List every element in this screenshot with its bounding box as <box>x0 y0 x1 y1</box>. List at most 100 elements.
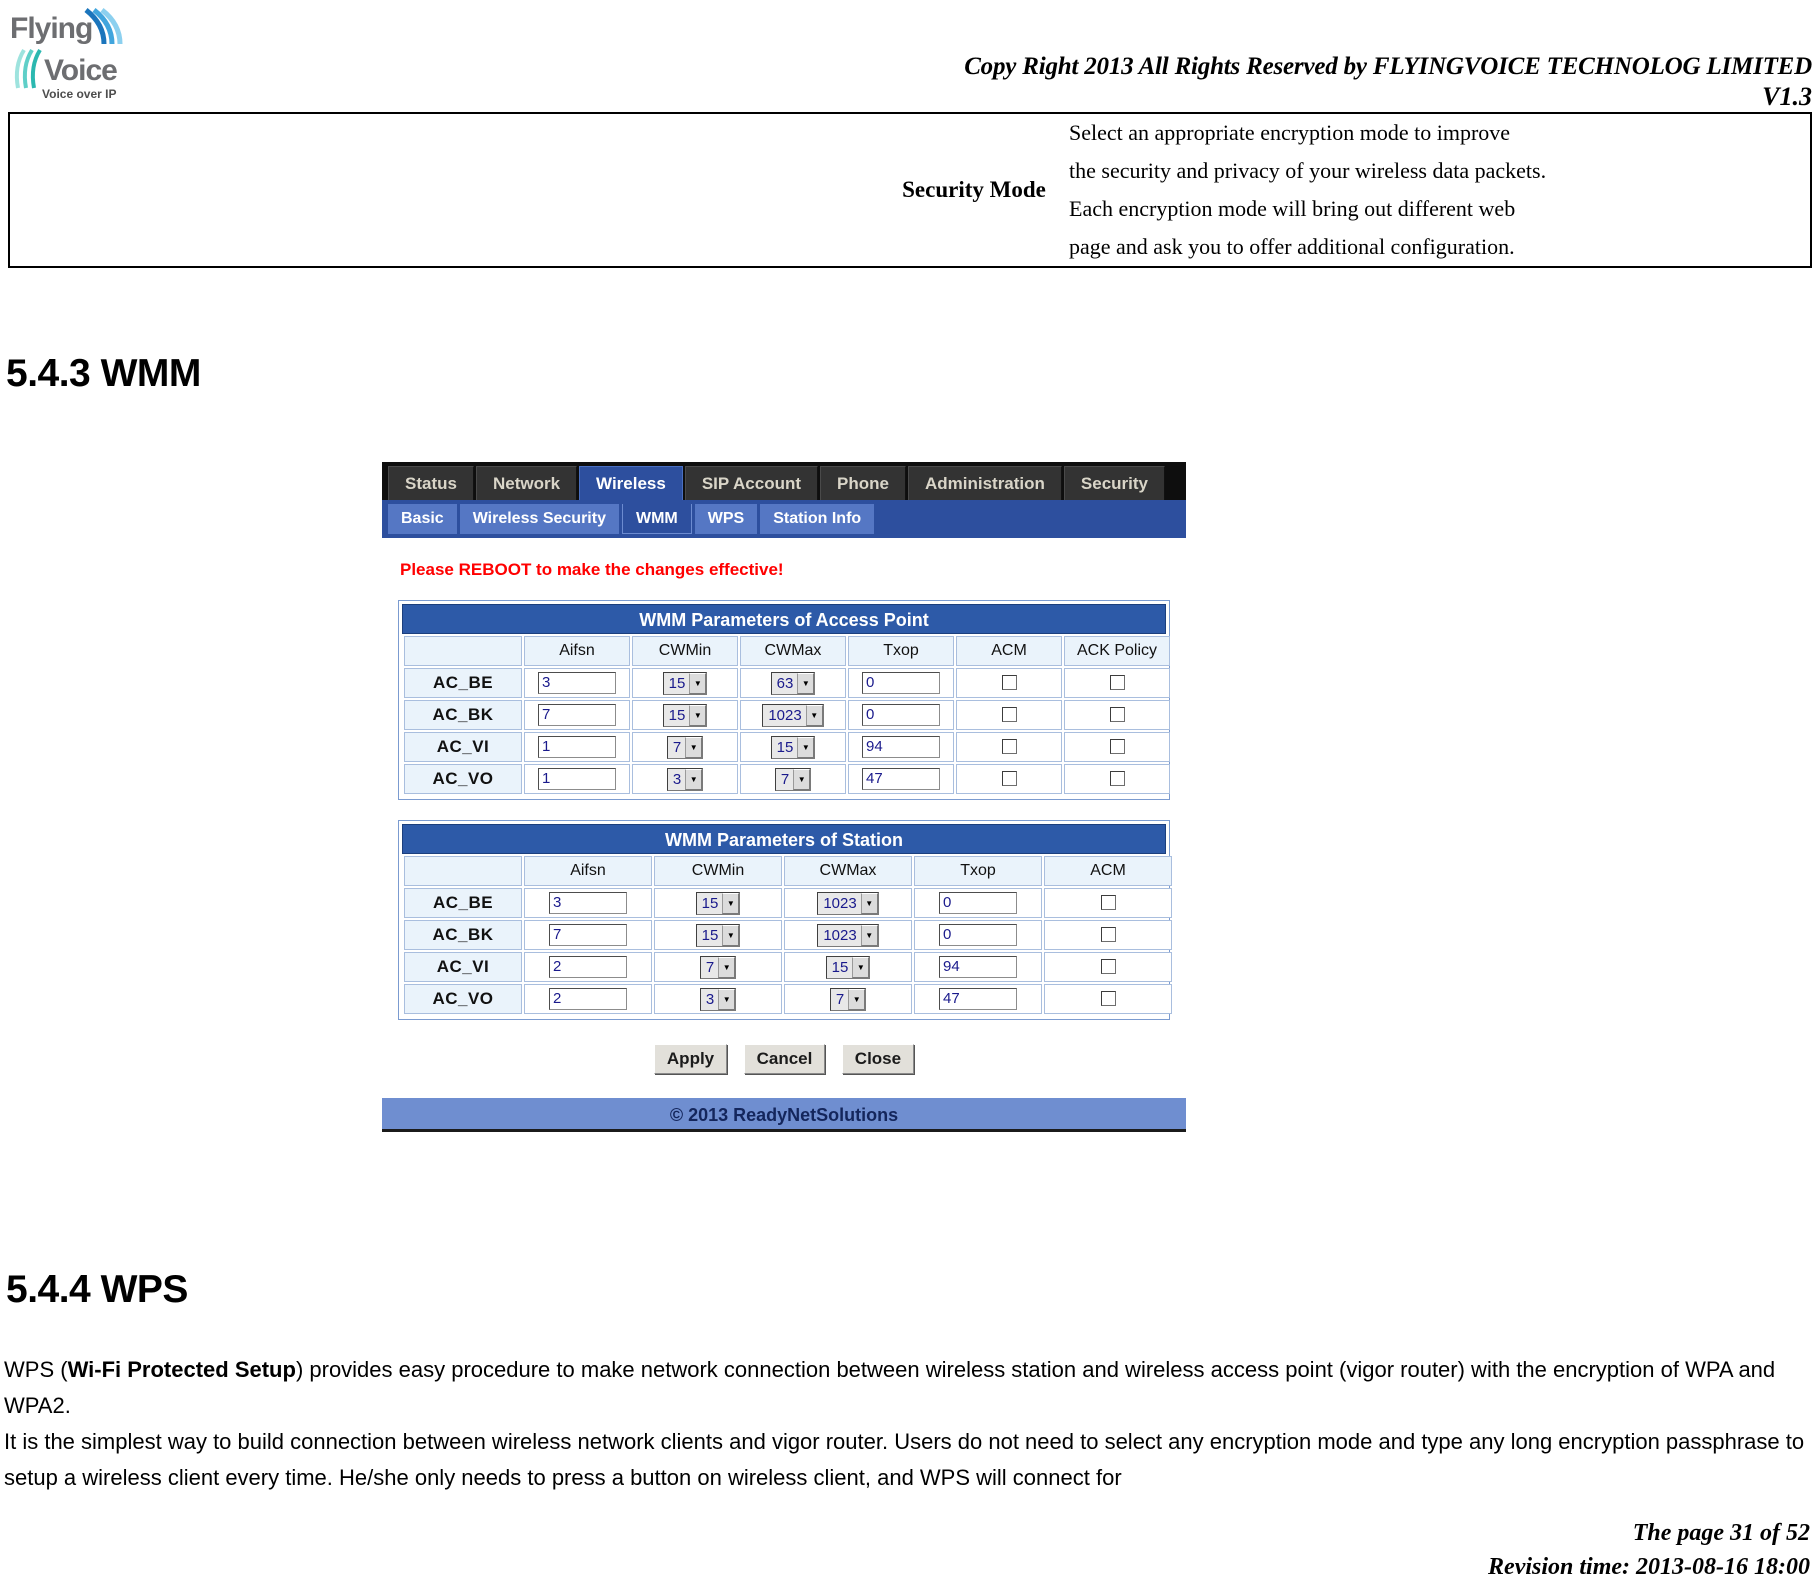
ap-cell-aifsn: 1 <box>524 732 630 762</box>
st-col-cwmin: CWMin <box>654 856 782 886</box>
chevron-down-icon: ▼ <box>685 768 703 790</box>
st-aifsn-input-ac-be[interactable]: 3 <box>549 892 627 914</box>
ap-acm-checkbox-ac-vo[interactable] <box>1001 771 1017 787</box>
ap-acm-checkbox-ac-vi[interactable] <box>1001 739 1017 755</box>
desc-line: Select an appropriate encryption mode to… <box>1069 120 1511 145</box>
close-button[interactable]: Close <box>841 1044 915 1074</box>
ap-aifsn-input-ac-bk[interactable]: 7 <box>538 704 616 726</box>
cancel-button[interactable]: Cancel <box>743 1044 826 1074</box>
st-aifsn-input-ac-bk[interactable]: 7 <box>549 924 627 946</box>
st-cell-aifsn: 3 <box>524 888 652 918</box>
ap-cell-acm <box>956 700 1062 730</box>
st-col-aifsn: Aifsn <box>524 856 652 886</box>
st-cwmax-select-ac-vo[interactable]: 7 ▼ <box>829 987 867 1011</box>
ap-cwmin-select-ac-vi[interactable]: 7 ▼ <box>666 735 704 759</box>
wmm-access-point-panel: WMM Parameters of Access Point Aifsn CWM… <box>398 600 1170 800</box>
st-txop-input-ac-vi[interactable]: 94 <box>939 956 1017 978</box>
ap-cwmax-select-ac-bk[interactable]: 1023 ▼ <box>762 703 824 727</box>
st-aifsn-input-ac-vi[interactable]: 2 <box>549 956 627 978</box>
st-cwmin-select-ac-be[interactable]: 15 ▼ <box>695 891 741 915</box>
table-row: AC_VO 1 3 ▼ 7 ▼ 47 <box>404 764 1170 794</box>
security-mode-description: Select an appropriate encryption mode to… <box>1069 113 1811 267</box>
subtab-basic[interactable]: Basic <box>388 504 457 534</box>
table-header-row: Aifsn CWMin CWMax Txop ACM <box>404 856 1174 886</box>
tab-phone[interactable]: Phone <box>820 466 906 500</box>
desc-line: page and ask you to offer additional con… <box>1069 234 1515 259</box>
ap-aifsn-input-ac-be[interactable]: 3 <box>538 672 616 694</box>
ap-cwmax-select-ac-be[interactable]: 63 ▼ <box>770 671 816 695</box>
ap-ack-checkbox-ac-vo[interactable] <box>1109 771 1125 787</box>
ap-cwmax-select-ac-vi[interactable]: 15 ▼ <box>770 735 816 759</box>
st-acm-checkbox-ac-bk[interactable] <box>1100 927 1116 943</box>
ap-txop-input-ac-vo[interactable]: 47 <box>862 768 940 790</box>
ap-acm-checkbox-ac-be[interactable] <box>1001 675 1017 691</box>
ap-txop-input-ac-vi[interactable]: 94 <box>862 736 940 758</box>
chevron-down-icon: ▼ <box>689 672 707 694</box>
svg-text:Flying: Flying <box>10 12 92 45</box>
svg-text:Voice: Voice <box>44 54 117 87</box>
copyright-line: Copy Right 2013 All Rights Reserved by F… <box>964 53 1812 80</box>
st-cwmax-select-ac-bk[interactable]: 1023 ▼ <box>817 923 879 947</box>
ap-cell-txop: 0 <box>848 668 954 698</box>
ap-aifsn-input-ac-vi[interactable]: 1 <box>538 736 616 758</box>
tab-wireless[interactable]: Wireless <box>579 466 683 500</box>
subtab-station-info[interactable]: Station Info <box>760 504 875 534</box>
st-acm-checkbox-ac-be[interactable] <box>1100 895 1116 911</box>
st-cell-txop: 0 <box>914 888 1042 918</box>
tab-status[interactable]: Status <box>388 466 474 500</box>
st-acm-checkbox-ac-vi[interactable] <box>1100 959 1116 975</box>
ap-col-cwmin: CWMin <box>632 636 738 666</box>
st-cell-acm <box>1044 888 1172 918</box>
ap-aifsn-input-ac-vo[interactable]: 1 <box>538 768 616 790</box>
st-acm-checkbox-ac-vo[interactable] <box>1100 991 1116 1007</box>
st-cell-aifsn: 2 <box>524 984 652 1014</box>
wmm-station-panel: WMM Parameters of Station Aifsn CWMin CW… <box>398 820 1172 1020</box>
ap-ack-checkbox-ac-bk[interactable] <box>1109 707 1125 723</box>
ap-ack-checkbox-ac-vi[interactable] <box>1109 739 1125 755</box>
subtab-wps[interactable]: WPS <box>694 504 758 534</box>
ap-txop-input-ac-be[interactable]: 0 <box>862 672 940 694</box>
ap-ack-checkbox-ac-be[interactable] <box>1109 675 1125 691</box>
st-cwmin-select-ac-bk[interactable]: 15 ▼ <box>695 923 741 947</box>
empty-cell <box>9 113 879 267</box>
st-cwmax-select-ac-be[interactable]: 1023 ▼ <box>817 891 879 915</box>
ap-col-txop: Txop <box>848 636 954 666</box>
desc-line: the security and privacy of your wireles… <box>1069 158 1547 183</box>
ap-col-blank <box>404 636 522 666</box>
st-cwmin-select-ac-vi[interactable]: 7 ▼ <box>699 955 737 979</box>
subtab-wireless-security[interactable]: Wireless Security <box>459 504 619 534</box>
ap-col-ack-policy: ACK Policy <box>1064 636 1170 666</box>
apply-button[interactable]: Apply <box>653 1044 728 1074</box>
st-cell-cwmin: 15 ▼ <box>654 888 782 918</box>
st-txop-input-ac-be[interactable]: 0 <box>939 892 1017 914</box>
ap-cwmax-select-ac-vo[interactable]: 7 ▼ <box>774 767 812 791</box>
subtab-wmm[interactable]: WMM <box>621 504 692 534</box>
chevron-down-icon: ▼ <box>852 956 870 978</box>
tab-network[interactable]: Network <box>475 466 578 500</box>
st-txop-input-ac-bk[interactable]: 0 <box>939 924 1017 946</box>
header-text-block: Copy Right 2013 All Rights Reserved by F… <box>964 52 1812 112</box>
page-header: Flying Voice Voice over IP Copy Right 20… <box>0 0 1820 112</box>
st-col-cwmax: CWMax <box>784 856 912 886</box>
st-cwmin-select-ac-vo[interactable]: 3 ▼ <box>699 987 737 1011</box>
ap-row-label-ac-be: AC_BE <box>404 668 522 698</box>
st-cell-aifsn: 7 <box>524 920 652 950</box>
ap-cwmin-select-ac-vo[interactable]: 3 ▼ <box>666 767 704 791</box>
st-cwmax-select-ac-vi[interactable]: 15 ▼ <box>825 955 871 979</box>
st-cell-cwmin: 15 ▼ <box>654 920 782 950</box>
ap-cell-ack <box>1064 700 1170 730</box>
tab-security[interactable]: Security <box>1063 466 1166 500</box>
st-txop-input-ac-vo[interactable]: 47 <box>939 988 1017 1010</box>
ap-txop-input-ac-bk[interactable]: 0 <box>862 704 940 726</box>
ap-acm-checkbox-ac-bk[interactable] <box>1001 707 1017 723</box>
tab-sip-account[interactable]: SIP Account <box>684 466 819 500</box>
tab-administration[interactable]: Administration <box>907 466 1062 500</box>
table-row: AC_BK 7 15 ▼ 1023 ▼ 0 <box>404 920 1174 950</box>
action-button-row: Apply Cancel Close <box>382 1044 1186 1074</box>
st-aifsn-input-ac-vo[interactable]: 2 <box>549 988 627 1010</box>
version-line: V1.3 <box>1762 82 1812 111</box>
st-cell-cwmin: 7 ▼ <box>654 952 782 982</box>
ap-cwmin-select-ac-bk[interactable]: 15 ▼ <box>662 703 708 727</box>
ap-cwmin-select-ac-be[interactable]: 15 ▼ <box>662 671 708 695</box>
station-parameters-table: Aifsn CWMin CWMax Txop ACM AC_BE 3 15 ▼ 1… <box>402 854 1176 1016</box>
